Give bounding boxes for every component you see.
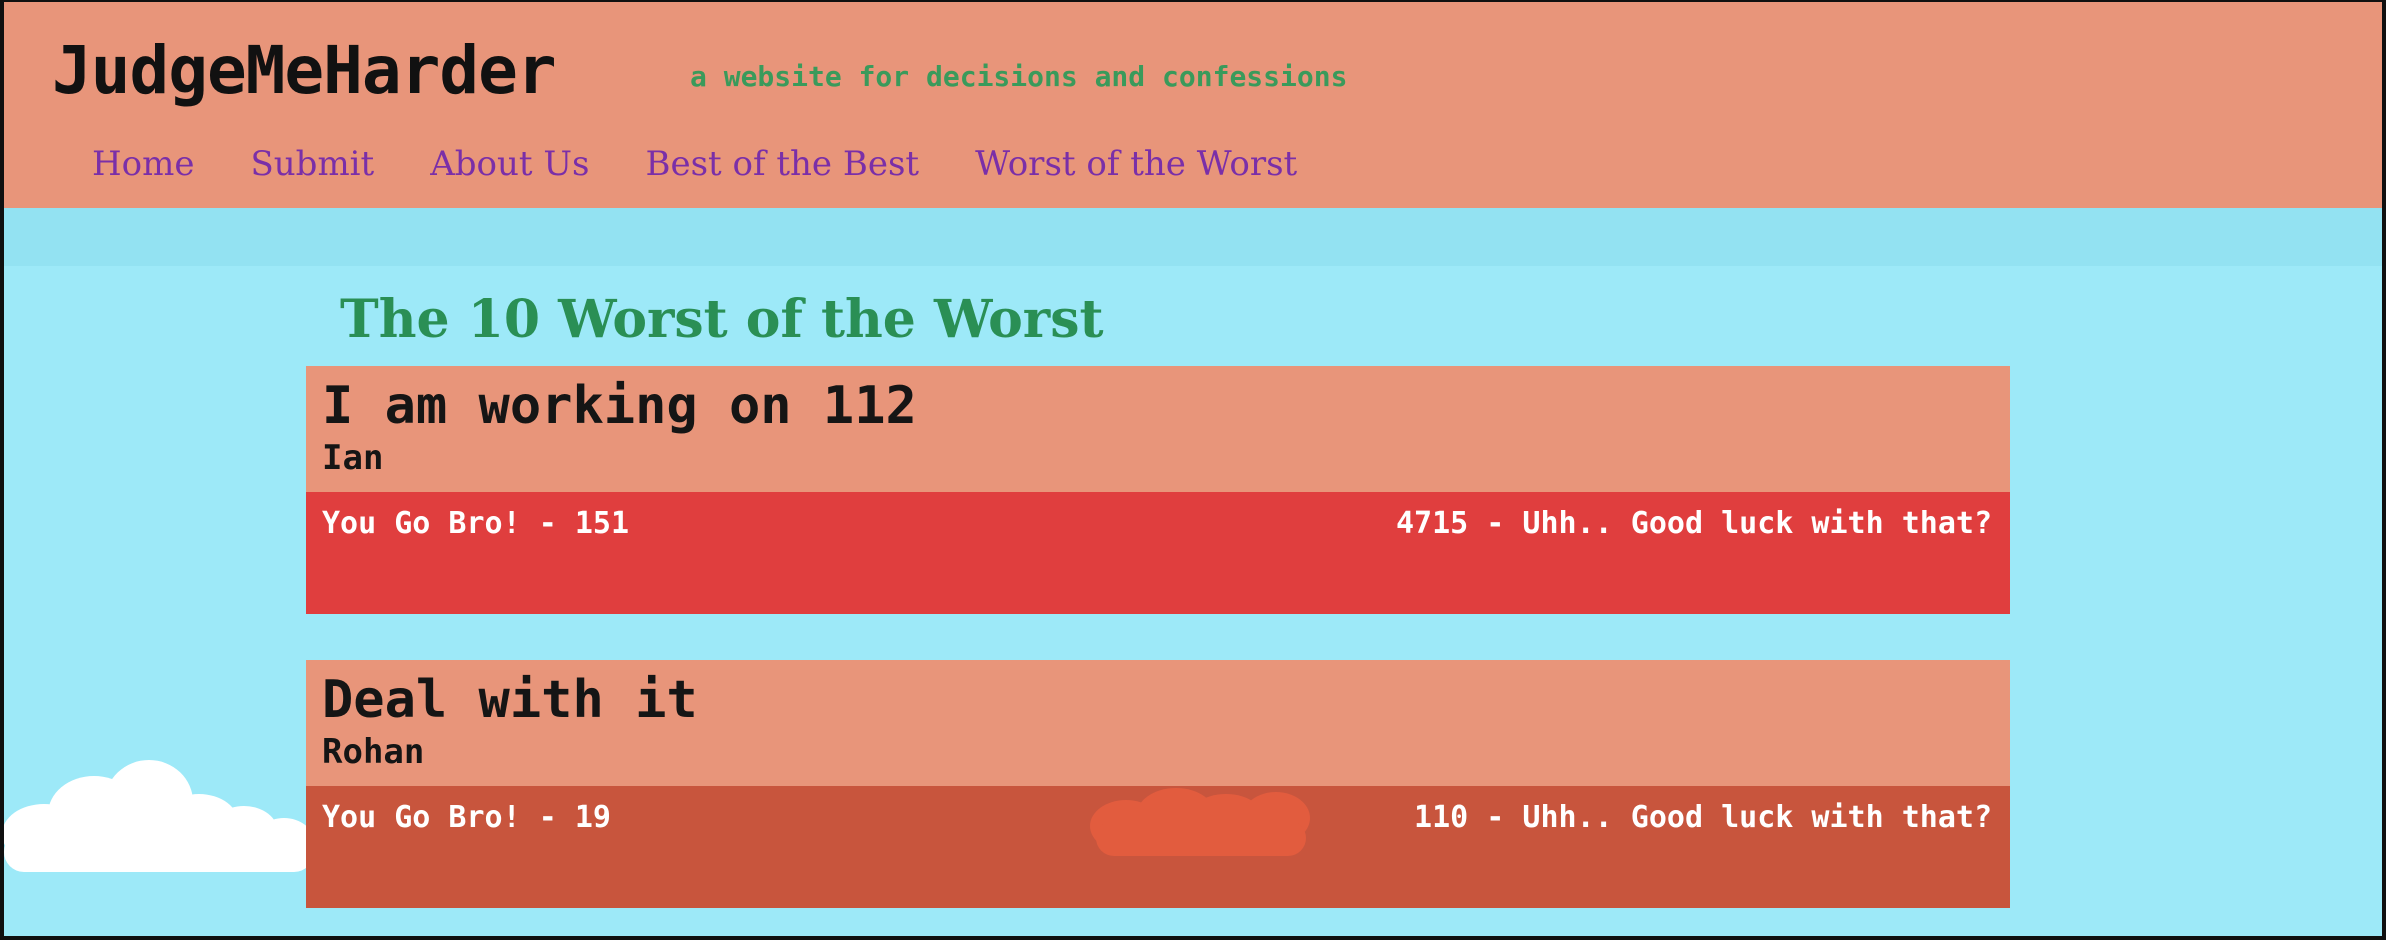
post-header: Deal with it Rohan — [306, 660, 2010, 786]
downvote-button[interactable]: 110 - Uhh.. Good luck with that? — [1414, 800, 1992, 835]
post-title: I am working on 112 — [322, 376, 917, 436]
header-shadow-band — [4, 208, 2382, 266]
nav-home-link[interactable]: Home — [92, 144, 194, 184]
post-author: Ian — [322, 438, 384, 478]
downvote-button[interactable]: 4715 - Uhh.. Good luck with that? — [1396, 506, 1992, 541]
post-title: Deal with it — [322, 670, 698, 730]
post-vote-bar: You Go Bro! - 151 4715 - Uhh.. Good luck… — [306, 492, 2010, 614]
page-title: The 10 Worst of the Worst — [340, 288, 1104, 350]
upvote-button[interactable]: You Go Bro! - 19 — [322, 800, 611, 835]
site-header: JudgeMeHarder a website for decisions an… — [4, 2, 2382, 208]
nav-worst-link[interactable]: Worst of the Worst — [975, 144, 1297, 184]
nav-submit-link[interactable]: Submit — [250, 144, 374, 184]
nav-about-link[interactable]: About Us — [430, 144, 589, 184]
main-nav: Home Submit About Us Best of the Best Wo… — [92, 144, 1353, 184]
page-frame: JudgeMeHarder a website for decisions an… — [0, 0, 2386, 940]
nav-best-link[interactable]: Best of the Best — [645, 144, 919, 184]
site-title[interactable]: JudgeMeHarder — [52, 32, 557, 109]
post-header: I am working on 112 Ian — [306, 366, 2010, 492]
site-tagline: a website for decisions and confessions — [690, 60, 1348, 93]
post-author: Rohan — [322, 732, 425, 772]
white-cloud-icon — [4, 760, 314, 872]
upvote-button[interactable]: You Go Bro! - 151 — [322, 506, 629, 541]
cloud-shadow-icon — [1090, 788, 1310, 856]
post-card: I am working on 112 Ian You Go Bro! - 15… — [306, 366, 2010, 614]
